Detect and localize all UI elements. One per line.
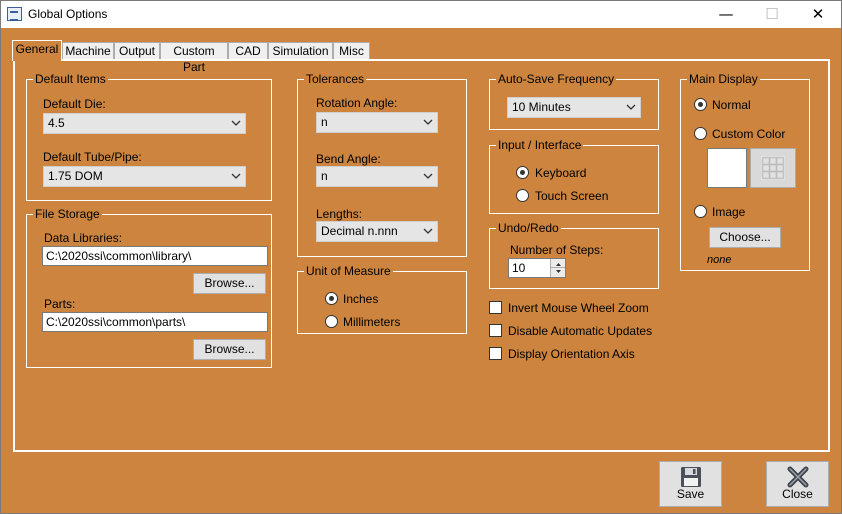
default-die-select[interactable]: 4.5 <box>43 113 246 134</box>
default-die-value: 4.5 <box>48 116 65 130</box>
lengths-select[interactable]: Decimal n.nnn <box>316 221 438 242</box>
save-label: Save <box>676 487 705 501</box>
keyboard-label: Keyboard <box>535 166 587 180</box>
chevron-down-icon <box>231 173 241 179</box>
input-interface-group: Input / Interface Keyboard Touch Screen <box>489 138 659 214</box>
auto-save-group: Auto-Save Frequency 10 Minutes <box>489 72 659 130</box>
display-axis-label: Display Orientation Axis <box>508 347 635 361</box>
millimeters-radio[interactable] <box>325 315 338 328</box>
normal-label: Normal <box>712 98 751 112</box>
chevron-down-icon <box>626 104 636 110</box>
default-die-label: Default Die: <box>43 97 106 111</box>
lengths-label: Lengths: <box>316 207 363 221</box>
tolerances-title: Tolerances <box>304 72 367 86</box>
bend-angle-select[interactable]: n <box>316 166 438 187</box>
spin-down-button[interactable] <box>551 268 565 277</box>
custom-color-radio[interactable] <box>694 127 707 140</box>
rotation-angle-value: n <box>321 115 328 129</box>
color-swatch[interactable] <box>707 148 747 188</box>
tab-cad[interactable]: CAD <box>228 42 268 60</box>
chevron-down-icon <box>231 120 241 126</box>
keyboard-radio[interactable] <box>516 166 529 179</box>
title-bar[interactable]: Global Options — ☐ ✕ <box>1 1 841 28</box>
default-items-title: Default Items <box>33 72 108 86</box>
parts-input[interactable]: C:\2020ssi\common\parts\ <box>42 312 268 332</box>
parts-label: Parts: <box>44 297 76 311</box>
millimeters-label: Millimeters <box>343 315 401 329</box>
number-of-steps-spinner[interactable]: 10 <box>508 258 566 278</box>
close-window-button[interactable]: ✕ <box>795 1 841 28</box>
rotation-angle-label: Rotation Angle: <box>316 96 398 110</box>
main-display-group: Main Display Normal Custom Color Image C… <box>680 72 810 271</box>
tab-machine[interactable]: Machine <box>62 42 114 60</box>
custom-color-label: Custom Color <box>712 127 786 141</box>
minimize-button[interactable]: — <box>703 1 749 28</box>
image-label: Image <box>712 205 746 219</box>
default-tube-value: 1.75 DOM <box>48 169 103 183</box>
unit-of-measure-group: Unit of Measure Inches Millimeters <box>297 264 467 334</box>
touch-screen-radio[interactable] <box>516 189 529 202</box>
rotation-angle-select[interactable]: n <box>316 112 438 133</box>
global-options-window: Global Options — ☐ ✕ General Machine Out… <box>0 0 842 514</box>
choose-image-button[interactable]: Choose... <box>709 227 781 248</box>
maximize-button[interactable]: ☐ <box>749 1 795 28</box>
color-grid-icon <box>761 156 785 180</box>
auto-save-value: 10 Minutes <box>512 100 571 114</box>
close-button[interactable]: Close <box>766 461 829 507</box>
tab-misc[interactable]: Misc <box>333 42 370 60</box>
number-of-steps-label: Number of Steps: <box>510 243 604 257</box>
normal-radio[interactable] <box>694 98 707 111</box>
color-picker-button[interactable] <box>750 148 796 188</box>
unit-of-measure-title: Unit of Measure <box>304 264 393 278</box>
number-of-steps-value: 10 <box>512 261 526 275</box>
file-storage-group: File Storage Data Libraries: C:\2020ssi\… <box>26 207 272 368</box>
data-libraries-input[interactable]: C:\2020ssi\common\library\ <box>42 246 268 266</box>
chevron-down-icon <box>423 228 433 234</box>
close-label: Close <box>782 487 813 501</box>
input-interface-title: Input / Interface <box>496 138 584 152</box>
default-tube-label: Default Tube/Pipe: <box>43 150 142 164</box>
window-title: Global Options <box>28 7 108 21</box>
tolerances-group: Tolerances Rotation Angle: n Bend Angle:… <box>297 72 467 257</box>
undo-redo-group: Undo/Redo Number of Steps: 10 <box>489 221 659 289</box>
tab-general[interactable]: General <box>12 40 62 61</box>
save-button[interactable]: Save <box>659 461 722 507</box>
bend-angle-label: Bend Angle: <box>316 152 381 166</box>
disable-updates-checkbox[interactable] <box>489 324 502 337</box>
lengths-value: Decimal n.nnn <box>321 224 398 238</box>
inches-label: Inches <box>343 292 379 306</box>
invert-zoom-checkbox[interactable] <box>489 301 502 314</box>
tab-output[interactable]: Output <box>114 42 160 60</box>
invert-zoom-label: Invert Mouse Wheel Zoom <box>508 301 649 315</box>
undo-redo-title: Undo/Redo <box>496 221 561 235</box>
file-storage-title: File Storage <box>33 207 102 221</box>
display-axis-checkbox[interactable] <box>489 347 502 360</box>
tab-simulation[interactable]: Simulation <box>268 42 333 60</box>
touch-screen-label: Touch Screen <box>535 189 609 203</box>
bend-angle-value: n <box>321 169 328 183</box>
auto-save-select[interactable]: 10 Minutes <box>507 97 641 118</box>
spin-up-button[interactable] <box>551 259 565 268</box>
main-display-title: Main Display <box>687 72 760 86</box>
data-libraries-label: Data Libraries: <box>44 231 123 245</box>
inches-radio[interactable] <box>325 292 338 305</box>
default-items-group: Default Items Default Die: 4.5 Default T… <box>26 72 272 201</box>
floppy-disk-icon <box>681 467 701 487</box>
tab-custom-part[interactable]: Custom Part <box>160 42 228 74</box>
app-icon <box>7 7 22 21</box>
auto-save-title: Auto-Save Frequency <box>496 72 617 86</box>
image-radio[interactable] <box>694 205 707 218</box>
close-x-icon <box>787 466 809 488</box>
image-path-value: none <box>707 254 732 266</box>
chevron-down-icon <box>423 119 433 125</box>
disable-updates-label: Disable Automatic Updates <box>508 324 653 338</box>
default-tube-select[interactable]: 1.75 DOM <box>43 166 246 187</box>
spinner-buttons <box>550 259 565 277</box>
chevron-down-icon <box>556 270 561 273</box>
chevron-up-icon <box>556 263 561 266</box>
browse-parts-button[interactable]: Browse... <box>193 339 266 360</box>
chevron-down-icon <box>423 173 433 179</box>
browse-libraries-button[interactable]: Browse... <box>193 273 266 294</box>
